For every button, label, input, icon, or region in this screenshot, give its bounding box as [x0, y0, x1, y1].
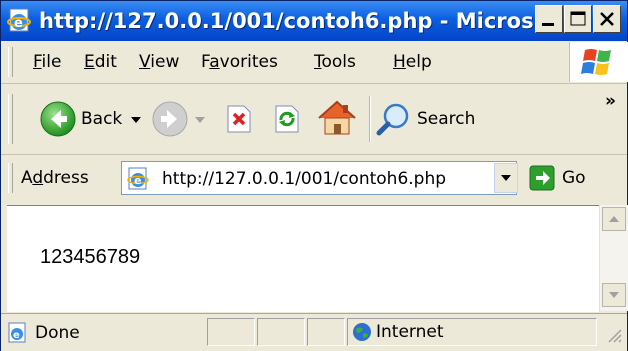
status-bar: e Done Internet	[1, 313, 627, 351]
search-icon[interactable]	[374, 100, 412, 138]
address-input[interactable]: e http://127.0.0.1/001/contoh6.php	[121, 161, 517, 195]
back-dropdown-arrow[interactable]	[131, 117, 141, 123]
toolbar-overflow-chevron[interactable]: »	[605, 90, 616, 112]
status-zone: Internet	[376, 322, 444, 342]
status-text: Done	[35, 323, 80, 343]
address-bar: Address e http://127.0.0.1/001/contoh6.p…	[1, 155, 627, 201]
minimize-button[interactable]	[535, 5, 563, 33]
go-label[interactable]: Go	[562, 167, 586, 189]
address-label: Address	[21, 168, 89, 188]
refresh-icon[interactable]	[270, 102, 304, 136]
title-bar[interactable]: e http://127.0.0.1/001/contoh6.php - Mic…	[1, 1, 627, 41]
maximize-button[interactable]	[564, 5, 592, 33]
vertical-scrollbar[interactable]	[599, 205, 628, 311]
stop-icon[interactable]	[222, 102, 256, 136]
menu-bar: File Edit View Favorites Tools Help	[1, 41, 627, 84]
toolbar-grip[interactable]	[8, 94, 13, 144]
windows-logo-icon	[569, 42, 628, 82]
close-button[interactable]	[593, 5, 621, 33]
page-icon: e	[127, 167, 151, 191]
page-content: 123456789	[7, 205, 599, 312]
globe-icon	[351, 321, 373, 343]
status-zone-pane: Internet	[347, 318, 597, 346]
menu-help[interactable]: Help	[393, 51, 432, 73]
window-title: http://127.0.0.1/001/contoh6.php - Micro…	[39, 9, 539, 33]
menu-file[interactable]: File	[33, 51, 61, 73]
menu-view[interactable]: View	[139, 51, 179, 73]
home-icon[interactable]	[315, 96, 359, 140]
menu-tools[interactable]: Tools	[314, 51, 356, 73]
browser-window: e http://127.0.0.1/001/contoh6.php - Mic…	[0, 0, 628, 351]
svg-text:e: e	[13, 330, 20, 341]
svg-text:e: e	[134, 174, 141, 187]
scroll-down-button[interactable]	[602, 283, 626, 307]
standard-toolbar: Back Search »	[1, 84, 627, 155]
status-page-icon: e	[7, 322, 29, 344]
go-arrow-icon[interactable]	[529, 165, 555, 191]
page-text: 123456789	[40, 246, 141, 268]
menu-edit[interactable]: Edit	[84, 51, 117, 73]
menu-grip[interactable]	[8, 47, 13, 77]
forward-dropdown-arrow[interactable]	[195, 117, 205, 123]
toolbar-separator	[369, 96, 371, 142]
status-pane	[257, 318, 305, 346]
address-dropdown-button[interactable]	[494, 163, 518, 193]
address-url[interactable]: http://127.0.0.1/001/contoh6.php	[162, 168, 446, 190]
search-label[interactable]: Search	[417, 108, 475, 130]
chevron-down-icon	[501, 175, 511, 181]
status-pane	[207, 318, 255, 346]
back-arrow-icon[interactable]	[39, 100, 77, 138]
scroll-up-button[interactable]	[602, 207, 626, 231]
ie-page-icon: e	[7, 7, 33, 33]
forward-arrow-icon[interactable]	[151, 100, 189, 138]
menu-favorites[interactable]: Favorites	[201, 51, 278, 73]
address-grip[interactable]	[8, 163, 13, 193]
status-pane	[307, 318, 345, 346]
back-label[interactable]: Back	[81, 108, 122, 130]
resize-grip-icon[interactable]	[601, 322, 623, 344]
svg-text:e: e	[14, 16, 23, 31]
